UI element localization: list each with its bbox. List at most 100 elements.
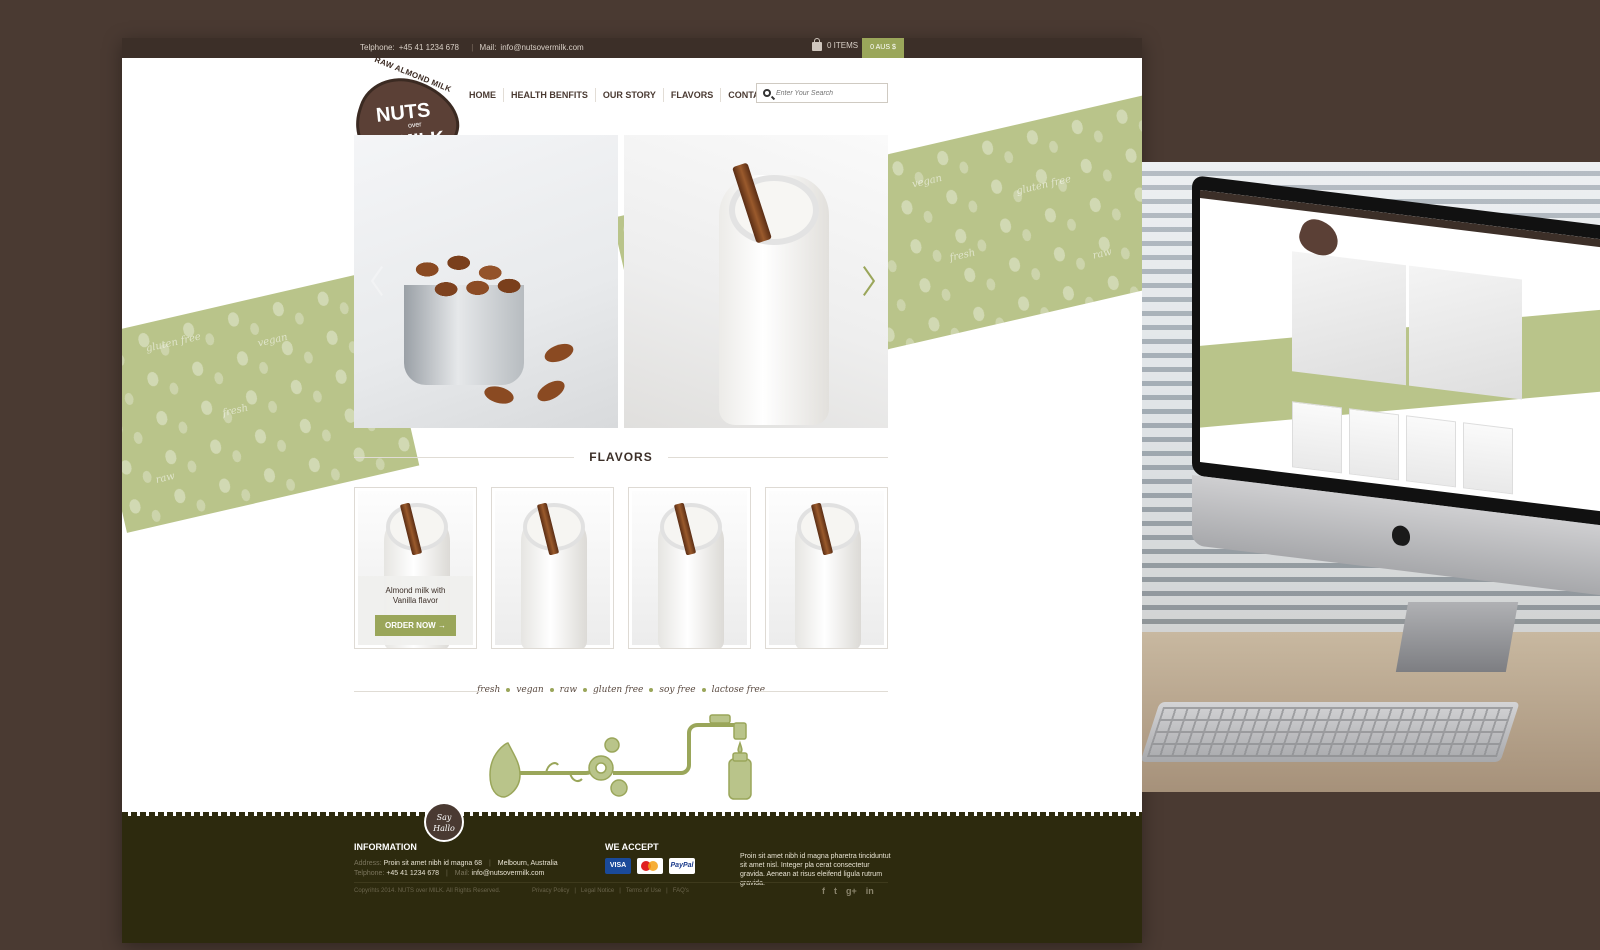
website-mockup: Telphone: +45 41 1234 678 | Mail: info@nut… — [122, 38, 1142, 943]
monitor-bezel — [1192, 174, 1600, 527]
nav-item-our-story[interactable]: OUR STORY — [594, 88, 663, 102]
separator: | — [488, 860, 491, 867]
flavor-card[interactable] — [491, 487, 614, 649]
telephone-label: Telphone: — [360, 43, 395, 52]
monitor-screen — [1200, 189, 1600, 512]
tagline-word: raw — [559, 685, 578, 695]
linkedin-icon[interactable]: in — [866, 886, 874, 896]
mini-card — [1349, 408, 1399, 481]
flavor-image — [632, 491, 747, 648]
mastercard-icon — [637, 858, 663, 874]
google-plus-icon[interactable]: g+ — [846, 886, 857, 896]
hero-slider — [354, 135, 888, 428]
city-value: Melbourn, Australia — [497, 860, 558, 867]
dot-icon — [549, 687, 554, 692]
information-title: INFORMATION — [354, 842, 417, 852]
site-footer: Say Hallo INFORMATION Address: Proin sit … — [122, 802, 1142, 943]
keyboard — [1142, 702, 1520, 762]
footer-link-terms-of-use[interactable]: Terms of Use — [626, 888, 661, 894]
copyright-text: Copyrihts 2014. NUTS over MILK. All Righ… — [354, 888, 501, 894]
mini-card — [1406, 415, 1456, 488]
footer-links: Privacy Policy | Legal Notice | Terms of Use… — [532, 888, 689, 894]
mini-card — [1463, 422, 1513, 495]
dot-icon — [701, 687, 706, 692]
mail-value[interactable]: info@nutsovermilk.com — [472, 870, 545, 877]
flavors-title: FLAVORS — [354, 450, 888, 464]
pattern-word: fresh — [221, 402, 250, 420]
desktop-monitor-photo — [1142, 162, 1600, 792]
search-input[interactable] — [776, 89, 876, 97]
almonds — [402, 243, 528, 309]
mini-card — [1292, 401, 1342, 474]
tagline-word: gluten free — [593, 685, 644, 695]
facebook-icon[interactable]: f — [822, 886, 825, 896]
logo-word-over: over — [407, 121, 422, 130]
flavor-card[interactable] — [765, 487, 888, 649]
pattern-word: vegan — [911, 172, 944, 191]
mail-value[interactable]: info@nutsovermilk.com — [500, 43, 583, 52]
dot-icon — [583, 687, 588, 692]
mail-label: Mail: — [454, 870, 470, 877]
order-now-label: ORDER NOW — [385, 621, 436, 630]
footer-contact-row: Telphone: +45 41 1234 678 | Mail: info@n… — [354, 870, 544, 877]
say-hello-badge[interactable]: Say Hallo — [424, 802, 464, 842]
tagline-word: fresh — [476, 685, 501, 695]
footer-divider — [354, 882, 888, 883]
pattern-word: raw — [154, 470, 177, 486]
dot-icon — [506, 687, 511, 692]
shopping-bag-icon — [812, 38, 822, 51]
nav-item-flavors[interactable]: FLAVORS — [662, 88, 720, 102]
pattern-word: fresh — [948, 247, 977, 264]
telephone-value: +45 41 1234 678 — [398, 43, 459, 52]
tagline-word: lactose free — [711, 685, 766, 695]
footer-link-legal-notice[interactable]: Legal Notice — [581, 888, 614, 894]
separator: | — [574, 888, 576, 894]
cart-items[interactable]: 0 ITEMS — [812, 38, 859, 51]
search-icon[interactable] — [763, 89, 771, 97]
say-hello-line1: Say — [436, 813, 452, 822]
milk-bottle — [719, 175, 829, 425]
mini-slide — [1408, 265, 1522, 400]
we-accept-title: WE ACCEPT — [605, 842, 659, 852]
separator: | — [619, 888, 621, 894]
pattern-word: gluten free — [144, 331, 202, 355]
separator: | — [471, 43, 474, 52]
slider-prev-arrow-icon[interactable] — [368, 265, 386, 295]
monitor-stand — [1395, 602, 1519, 672]
flavor-card[interactable]: Almond milk with Vanilla flavor ORDER NOW… — [354, 487, 477, 649]
flavor-image — [769, 491, 884, 648]
tagline-word: soy free — [659, 685, 696, 695]
nav-item-health-benefits[interactable]: HEALTH BENFITS — [503, 88, 595, 102]
mail-label: Mail: — [479, 43, 497, 52]
slide-almonds-photo — [354, 135, 618, 428]
slider-next-arrow-icon[interactable] — [856, 265, 874, 295]
footer-link-privacy-policy[interactable]: Privacy Policy — [532, 888, 569, 894]
address-label: Address: — [354, 860, 382, 867]
order-now-button[interactable]: ORDER NOW → — [375, 615, 456, 636]
flavor-image — [495, 491, 610, 648]
almond-to-milk-illustration — [489, 714, 752, 800]
telephone-label: Telphone: — [354, 870, 385, 877]
twitter-icon[interactable]: t — [834, 886, 837, 896]
nav-item-home[interactable]: HOME — [462, 88, 503, 102]
separator: | — [446, 870, 448, 877]
footer-link-faqs[interactable]: FAQ's — [673, 888, 689, 894]
cart-total-button[interactable]: 0 AUS $ — [862, 38, 904, 58]
flavor-card[interactable] — [628, 487, 751, 649]
social-links: f t g+ in — [822, 886, 874, 896]
flavor-name: Almond milk with Vanilla flavor — [358, 586, 473, 606]
search-box — [756, 83, 888, 103]
paypal-icon: PayPal — [669, 858, 695, 874]
slide-milk-bottle-photo — [624, 135, 888, 428]
payment-methods: VISA PayPal — [605, 858, 695, 874]
pattern-word: vegan — [256, 331, 289, 350]
pattern-word: gluten free — [1015, 173, 1073, 198]
top-contact: Telphone: +45 41 1234 678 | Mail: info@nut… — [360, 43, 588, 52]
cart-items-label: 0 ITEMS — [827, 41, 859, 50]
product-tagline: fresh vegan raw gluten free soy free lactose … — [354, 685, 888, 695]
loose-almond — [482, 383, 516, 407]
address-value: Proin sit amet nibh id magna 68 — [383, 860, 483, 867]
pattern-word: raw — [1091, 246, 1113, 262]
mini-slide — [1292, 251, 1406, 386]
arrow-right-icon: → — [437, 621, 446, 630]
